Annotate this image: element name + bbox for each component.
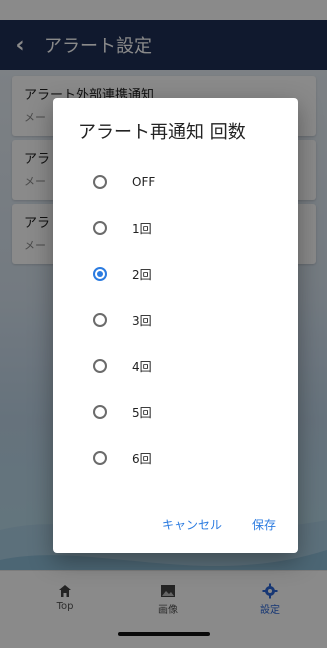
radio-label: 4回 — [132, 359, 152, 374]
radio-label: 5回 — [132, 405, 152, 420]
radio-option[interactable]: 2回 — [93, 260, 152, 288]
radio-button-selected[interactable] — [93, 267, 107, 281]
radio-option[interactable]: 5回 — [93, 398, 152, 426]
radio-label: 2回 — [132, 267, 152, 282]
radio-button[interactable] — [93, 175, 107, 189]
dialog-title: アラート再通知 回数 — [78, 122, 246, 143]
phone-screen: ‹ アラート設定 アラート外部連携通知 メー アラ メー アラ メー Top 画… — [0, 0, 327, 648]
radio-button[interactable] — [93, 451, 107, 465]
radio-label: 1回 — [132, 221, 152, 236]
radio-label: 3回 — [132, 313, 152, 328]
radio-label: OFF — [132, 175, 156, 189]
cancel-button[interactable]: キャンセル — [162, 516, 222, 533]
radio-button[interactable] — [93, 359, 107, 373]
save-button[interactable]: 保存 — [252, 516, 276, 533]
radio-button[interactable] — [93, 405, 107, 419]
radio-option[interactable]: OFF — [93, 168, 155, 196]
radio-option[interactable]: 1回 — [93, 214, 152, 242]
radio-button[interactable] — [93, 221, 107, 235]
radio-option[interactable]: 4回 — [93, 352, 152, 380]
radio-option[interactable]: 3回 — [93, 306, 152, 334]
radio-button[interactable] — [93, 313, 107, 327]
retry-count-dialog: アラート再通知 回数 OFF 1回 2回 3回 4回 5回 6回 キャンセル 保… — [53, 98, 298, 553]
dialog-actions: キャンセル 保存 — [162, 516, 276, 533]
radio-label: 6回 — [132, 451, 152, 466]
radio-option[interactable]: 6回 — [93, 444, 152, 472]
